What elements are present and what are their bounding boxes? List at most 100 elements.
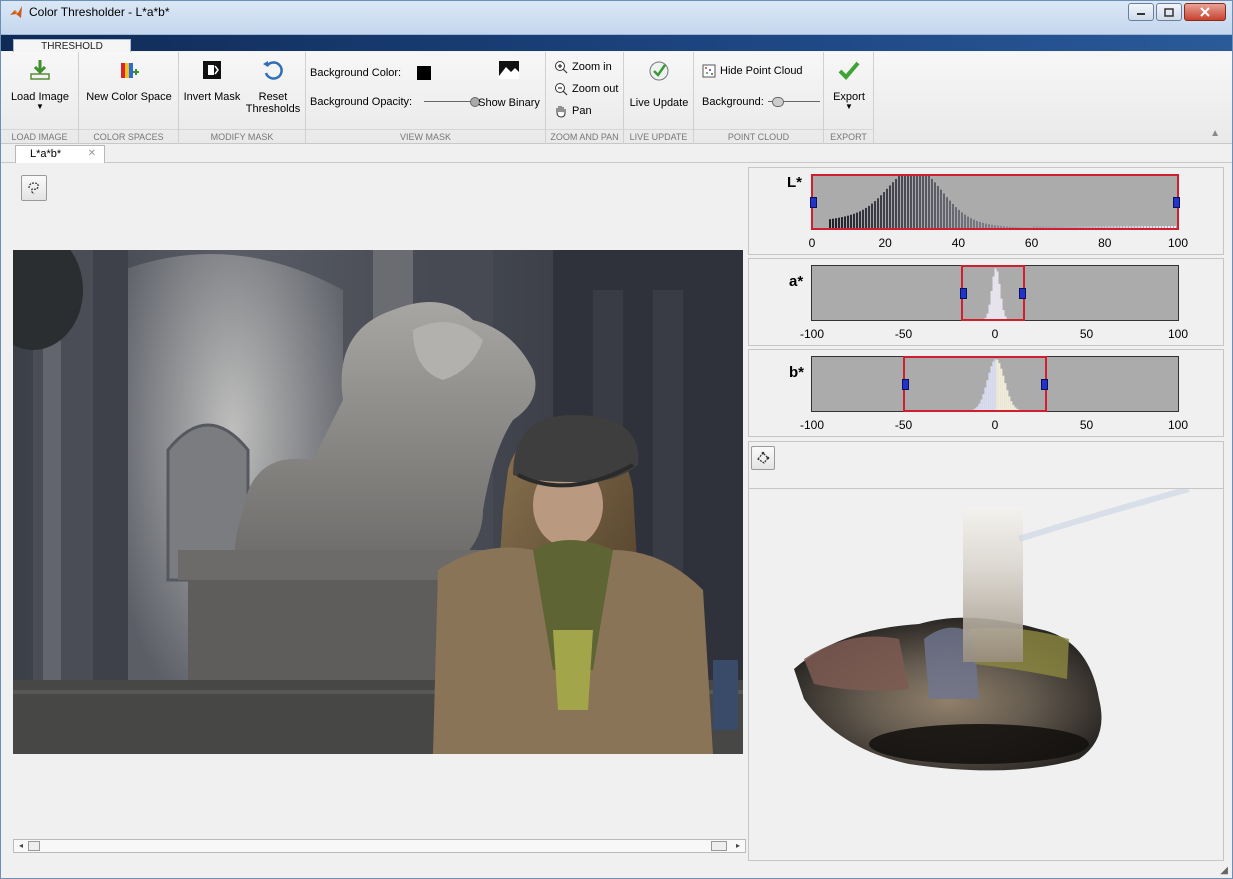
histogram-plot-b[interactable] [811, 356, 1179, 412]
live-update-icon [649, 61, 669, 81]
invert-mask-icon [203, 61, 221, 79]
axis-ticks-a: -100 -50 0 50 100 [800, 327, 1188, 341]
axis-tick-label: 0 [808, 236, 816, 250]
freehand-roi-button[interactable] [21, 175, 47, 201]
dropdown-arrow-icon: ▼ [845, 102, 853, 111]
live-update-button[interactable]: Live Update [626, 58, 692, 109]
point-cloud-background-slider[interactable] [767, 97, 820, 107]
background-opacity-slider[interactable] [424, 97, 481, 107]
group-live-update: Live Update LIVE UPDATE [624, 52, 694, 144]
zoom-in-label: Zoom in [572, 61, 612, 73]
library-lion-photo [13, 250, 743, 754]
axis-tick-label: 100 [1167, 327, 1189, 341]
image-panel: ◂ ▸ [11, 165, 746, 859]
histogram-plot-a[interactable] [811, 265, 1179, 321]
live-update-label: Live Update [629, 97, 689, 109]
threshold-handle-min-b[interactable] [901, 379, 909, 390]
load-image-button[interactable]: Load Image ▼ [5, 58, 75, 111]
show-binary-icon [499, 61, 519, 79]
resize-grip-icon[interactable]: ◢ [1220, 865, 1228, 876]
axis-ticks-b: -100 -50 0 50 100 [800, 418, 1188, 432]
close-tab-icon[interactable]: ✕ [88, 146, 96, 162]
color-space-icon [121, 63, 139, 78]
image-display[interactable] [13, 250, 743, 754]
threshold-selection-l[interactable] [811, 174, 1179, 230]
tab-lab-label: L*a*b* [30, 148, 62, 160]
threshold-handle-max-b[interactable] [1041, 379, 1049, 390]
zoom-in-button[interactable]: Zoom in [554, 60, 612, 74]
matlab-logo-icon [10, 6, 22, 18]
group-color-spaces: New Color Space COLOR SPACES [79, 52, 179, 144]
hide-point-cloud-button[interactable]: Hide Point Cloud [702, 64, 803, 78]
threshold-selection-b[interactable] [902, 356, 1048, 412]
export-button[interactable]: Export ▼ [826, 58, 872, 111]
group-label-load-image: LOAD IMAGE [11, 132, 68, 142]
dropdown-arrow-icon: ▼ [36, 102, 44, 111]
axis-tick-label: -100 [799, 327, 825, 341]
point-cloud-view[interactable] [749, 489, 1223, 860]
load-image-icon [30, 60, 50, 80]
new-color-space-label: New Color Space [86, 91, 172, 103]
channel-label-a: a* [789, 273, 804, 290]
show-binary-label: Show Binary [478, 97, 540, 109]
pan-label: Pan [572, 105, 592, 117]
background-opacity-label: Background Opacity: [310, 96, 413, 108]
axis-tick-label: 100 [1167, 418, 1189, 432]
title-bar: Color Thresholder - L*a*b* [1, 1, 1232, 35]
point-cloud-icon [702, 64, 716, 78]
polygon-roi-button[interactable] [751, 446, 775, 470]
scrollbar-thumb[interactable] [28, 841, 40, 851]
pan-button[interactable]: Pan [554, 104, 592, 118]
zoom-in-icon [555, 61, 568, 74]
point-cloud-background-label: Background: [702, 96, 764, 108]
hide-point-cloud-label: Hide Point Cloud [720, 65, 803, 77]
background-opacity-row: Background Opacity: [310, 96, 481, 108]
minimize-button[interactable] [1128, 3, 1154, 21]
minimize-icon [1137, 13, 1145, 15]
axis-tick-label: -50 [894, 418, 913, 432]
channel-label-l: L* [787, 174, 802, 191]
pan-hand-icon [556, 106, 566, 118]
zoom-out-button[interactable]: Zoom out [554, 82, 618, 96]
histogram-plot-l[interactable] [810, 174, 1180, 230]
lab-point-cloud [794, 489, 1190, 771]
reset-thresholds-button[interactable]: Reset Thresholds [243, 58, 303, 115]
axis-tick-label: 40 [951, 236, 966, 250]
axis-tick-label: 50 [1079, 327, 1094, 341]
group-export: Export ▼ EXPORT [824, 52, 874, 144]
background-color-row: Background Color: [310, 66, 432, 80]
horizontal-scrollbar[interactable]: ◂ ▸ [13, 839, 746, 853]
axis-tick-label: 0 [991, 418, 999, 432]
scroll-left-icon[interactable]: ◂ [14, 840, 28, 852]
background-color-swatch[interactable] [417, 66, 432, 80]
point-cloud-toolbar [749, 442, 1223, 489]
collapse-ribbon-icon[interactable]: ▲ [1210, 128, 1220, 139]
zoom-out-icon [555, 83, 568, 96]
close-icon [1200, 7, 1210, 17]
slider-thumb[interactable] [771, 97, 784, 107]
group-label-color-spaces: COLOR SPACES [93, 132, 164, 142]
threshold-handle-max-l[interactable] [1173, 197, 1180, 208]
reset-label-line2: Thresholds [245, 103, 301, 115]
threshold-handle-min-l[interactable] [810, 197, 817, 208]
maximize-button[interactable] [1156, 3, 1182, 21]
group-label-point-cloud: POINT CLOUD [727, 132, 790, 142]
threshold-handle-min-a[interactable] [960, 288, 968, 299]
scroll-right-icon[interactable]: ▸ [731, 840, 745, 852]
tab-lab-document[interactable]: L*a*b* ✕ [15, 145, 105, 163]
ribbon-toolbar: Load Image ▼ LOAD IMAGE New Color Space … [1, 52, 1232, 144]
invert-mask-button[interactable]: Invert Mask [183, 58, 241, 103]
background-color-label: Background Color: [310, 67, 402, 79]
histogram-panel-l: L* 0 20 40 60 80 100 [748, 167, 1224, 255]
show-binary-button[interactable]: Show Binary [474, 58, 544, 109]
group-label-view-mask: VIEW MASK [399, 132, 451, 142]
new-color-space-button[interactable]: New Color Space [85, 58, 173, 103]
group-view-mask: Background Color: Background Opacity: Sh… [306, 52, 546, 144]
threshold-selection-a[interactable] [961, 265, 1026, 321]
close-button[interactable] [1184, 3, 1226, 21]
scrollbar-end-thumb[interactable] [711, 841, 727, 851]
axis-tick-label: 0 [991, 327, 999, 341]
tab-threshold[interactable]: THRESHOLD [13, 39, 131, 53]
threshold-handle-max-a[interactable] [1019, 288, 1027, 299]
axis-tick-label: 100 [1167, 236, 1189, 250]
